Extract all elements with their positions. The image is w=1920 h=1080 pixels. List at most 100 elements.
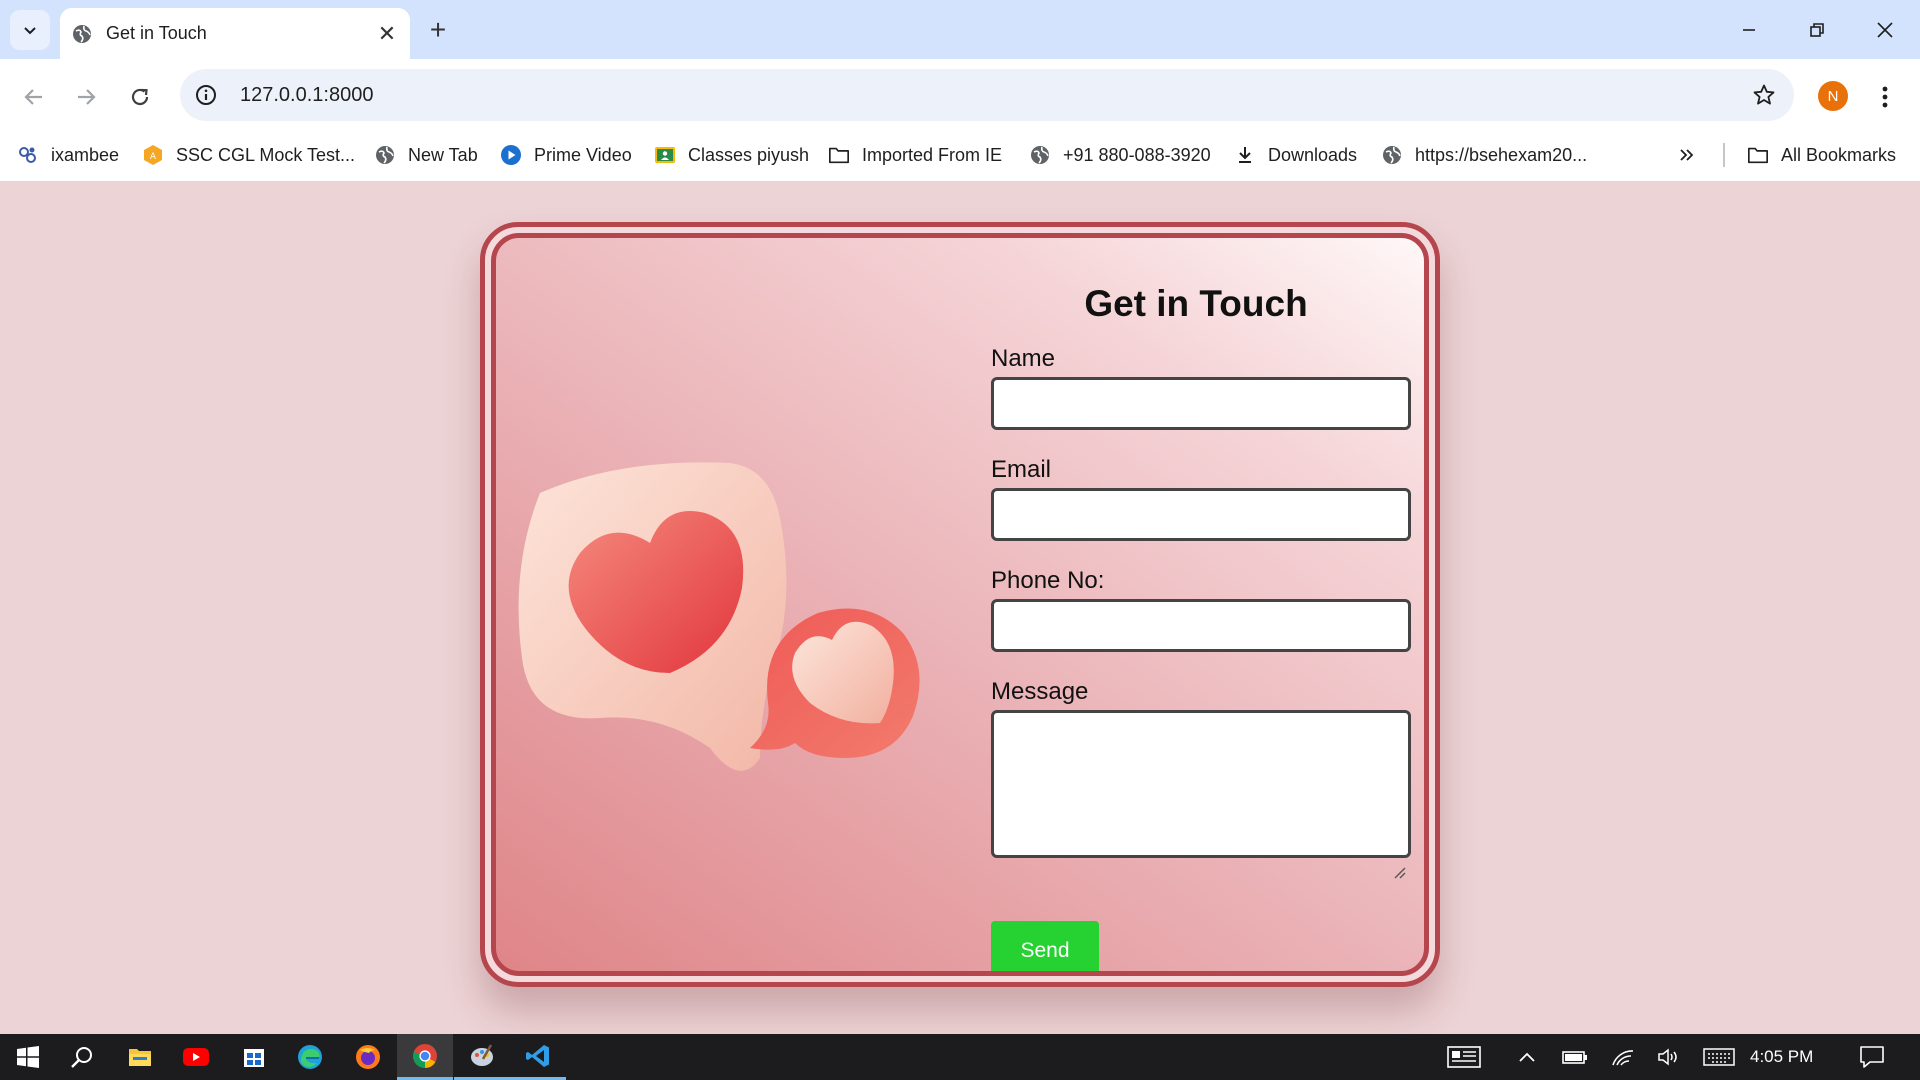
address-bar[interactable]: 127.0.0.1:8000 [180,69,1794,121]
browser-toolbar: 127.0.0.1:8000 N ixambee A SSC CGL Mock … [0,59,1920,189]
phone-input[interactable] [991,599,1411,652]
back-button[interactable] [14,77,54,117]
more-vertical-icon [1882,86,1888,108]
message-label: Message [991,678,1089,705]
taskbar-paint[interactable] [454,1034,510,1080]
taskbar-vscode[interactable] [510,1034,566,1080]
svg-text:A: A [150,152,157,162]
taskbar-clock[interactable]: 4:05 PM [1750,1034,1813,1080]
folder-icon [828,144,850,166]
restore-button[interactable] [1792,10,1842,50]
close-tab-icon[interactable]: ✕ [372,19,402,49]
info-icon [196,85,216,105]
phone-label: Phone No: [991,567,1105,594]
send-button[interactable]: Send [991,921,1099,971]
tray-news[interactable] [1444,1034,1484,1080]
taskbar-file-explorer[interactable] [112,1034,168,1080]
bookmarks-divider [1723,143,1725,167]
bookmark-label: Prime Video [534,144,632,165]
start-button[interactable] [0,1034,56,1080]
chevron-double-right-icon [1680,149,1694,161]
classroom-icon [654,144,676,166]
taskbar-youtube[interactable] [168,1034,224,1080]
resize-handle-icon[interactable] [1392,865,1406,879]
bookmark-new-tab[interactable]: New Tab [374,135,478,175]
bookmark-phone-number[interactable]: +91 880-088-3920 [1029,135,1211,175]
tray-wifi[interactable] [1608,1034,1638,1080]
tray-show-hidden[interactable] [1512,1034,1542,1080]
store-icon [244,1049,264,1067]
bookmark-label: SSC CGL Mock Test... [176,144,356,165]
browser-menu-button[interactable] [1870,77,1900,117]
search-icon [71,1047,92,1068]
tray-volume[interactable] [1654,1034,1684,1080]
paint-icon [471,1043,493,1066]
bookmark-star-button[interactable] [1744,75,1784,115]
browser-tab[interactable]: Get in Touch ✕ [60,8,410,59]
windows-taskbar: 4:05 PM [0,1034,1920,1080]
tray-battery[interactable] [1560,1034,1590,1080]
star-icon [1753,84,1775,105]
message-textarea[interactable] [991,710,1411,858]
taskbar-store[interactable] [226,1034,282,1080]
new-tab-button[interactable]: + [422,14,454,46]
tab-search-button[interactable] [10,10,50,50]
all-bookmarks-button[interactable]: All Bookmarks [1747,135,1896,175]
notification-icon [1860,1046,1884,1068]
bookmark-imported-from-ie[interactable]: Imported From IE [828,135,1002,175]
folder-icon [1747,144,1769,166]
bookmark-label: New Tab [408,144,478,165]
reload-button[interactable] [120,77,160,117]
contact-card-inner: Get in Touch Name Email Phone No: Messag… [491,233,1429,976]
all-bookmarks-label: All Bookmarks [1781,144,1897,165]
minimize-button[interactable] [1724,10,1774,50]
site-info-button[interactable] [186,75,226,115]
bookmark-label: Classes piyush [688,144,810,165]
globe-icon [1381,144,1403,166]
bookmark-bsehexam[interactable]: https://bsehexam20... [1381,135,1587,175]
chat-hearts-illustration [518,462,920,771]
arrow-right-icon [78,89,96,105]
bookmark-label: Imported From IE [862,144,1003,165]
bookmark-label: Downloads [1268,144,1358,165]
vscode-icon [526,1044,549,1067]
taskbar-edge[interactable] [282,1034,338,1080]
bookmark-downloads[interactable]: Downloads [1234,135,1357,175]
contact-card: Get in Touch Name Email Phone No: Messag… [480,222,1440,987]
tray-keyboard[interactable] [1700,1034,1738,1080]
globe-icon [73,24,91,43]
windows-start-icon [17,1046,39,1068]
restore-icon [1810,23,1824,37]
ssc-icon: A [142,144,164,166]
name-input[interactable] [991,377,1411,430]
bookmark-ssc-cgl[interactable]: A SSC CGL Mock Test... [142,135,355,175]
close-icon [1877,22,1893,38]
ixambee-icon [17,144,39,166]
reload-icon [131,88,149,106]
tab-title: Get in Touch [106,23,207,43]
volume-icon [1658,1048,1677,1066]
bookmark-label: +91 880-088-3920 [1063,144,1211,165]
prime-video-icon [500,144,522,166]
close-window-button[interactable] [1860,10,1910,50]
chevron-down-icon [24,27,36,35]
tray-notifications[interactable] [1852,1034,1892,1080]
wifi-icon [1612,1050,1634,1066]
bookmark-prime-video[interactable]: Prime Video [500,135,632,175]
forward-button[interactable] [66,77,106,117]
youtube-icon [183,1048,209,1066]
profile-avatar[interactable]: N [1818,81,1848,111]
bookmark-classes-piyush[interactable]: Classes piyush [654,135,809,175]
url-text[interactable]: 127.0.0.1:8000 [240,84,1744,107]
taskbar-firefox[interactable] [340,1034,396,1080]
bookmarks-bar: ixambee A SSC CGL Mock Test... New Tab P… [0,135,1920,175]
chevron-up-icon [1519,1052,1535,1062]
taskbar-search-button[interactable] [54,1034,110,1080]
email-input[interactable] [991,488,1411,541]
more-bookmarks-button[interactable] [1678,135,1696,175]
bookmark-ixambee[interactable]: ixambee [17,135,119,175]
edge-icon [298,1045,322,1069]
battery-icon [1562,1051,1587,1064]
name-label: Name [991,345,1056,372]
taskbar-chrome[interactable] [397,1034,453,1080]
